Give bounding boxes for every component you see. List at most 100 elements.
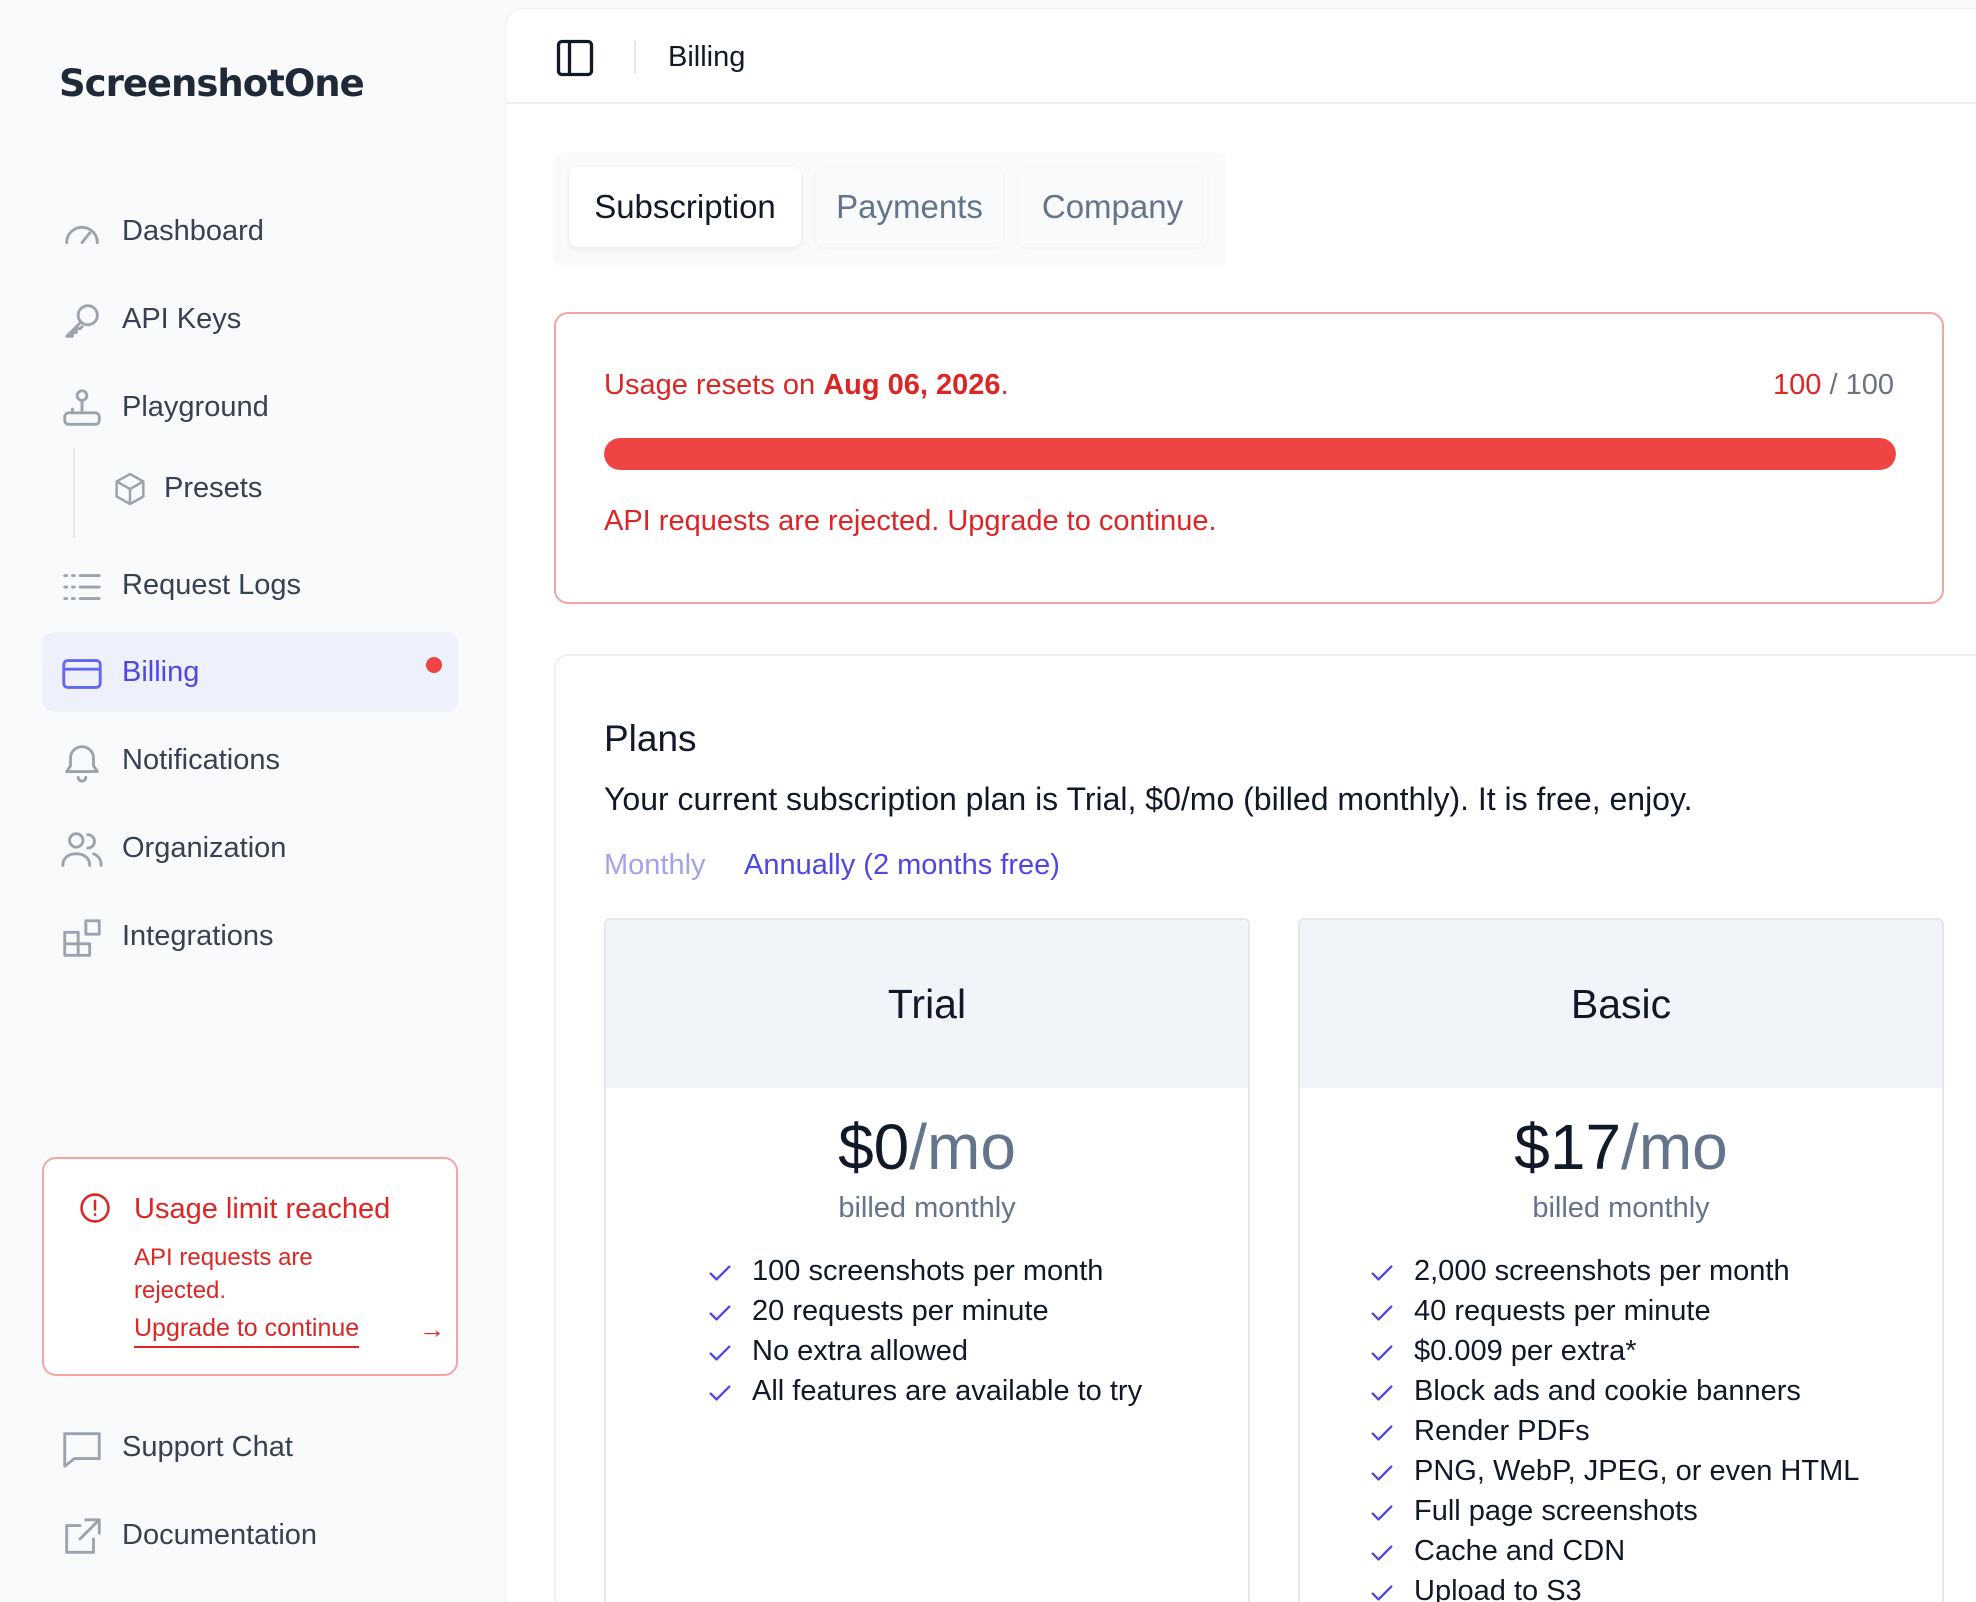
- feature-text: 2,000 screenshots per month: [1414, 1255, 1790, 1287]
- tab-company[interactable]: Company: [1018, 167, 1207, 247]
- sidebar-item-label: Presets: [164, 471, 263, 504]
- sidebar-item-presets[interactable]: Presets: [84, 453, 444, 523]
- plan-billing-note: billed monthly: [838, 1192, 1016, 1224]
- check-icon: [709, 1265, 731, 1281]
- plan-features: 100 screenshots per month 20 requests per…: [706, 1255, 1142, 1415]
- main-panel: Billing Subscription Payments Company Us…: [505, 8, 1976, 1602]
- key-icon: [65, 304, 99, 338]
- feature-item: 40 requests per minute: [1368, 1295, 1859, 1335]
- check-icon: [1371, 1265, 1393, 1281]
- feature-text: PNG, WebP, JPEG, or even HTML: [1414, 1455, 1860, 1487]
- sidebar-item-label: Notifications: [122, 743, 280, 776]
- plan-billing-note: billed monthly: [1532, 1192, 1710, 1224]
- feature-text: Full page screenshots: [1414, 1495, 1698, 1527]
- upgrade-link[interactable]: Upgrade to continue: [134, 1314, 360, 1348]
- feature-item: All features are available to try: [706, 1375, 1142, 1415]
- breadcrumb: Billing: [668, 41, 746, 73]
- gauge-icon: [65, 225, 99, 245]
- tree-line: [73, 448, 75, 538]
- sidebar-item-playground[interactable]: Playground: [42, 367, 458, 447]
- blocks-icon: [63, 919, 101, 957]
- alert-description: API requests are rejected.: [134, 1244, 313, 1304]
- feature-item: Cache and CDN: [1368, 1535, 1859, 1575]
- feature-item: 100 screenshots per month: [706, 1255, 1142, 1295]
- plan-price: $0/mo: [606, 1110, 1248, 1184]
- tab-payments[interactable]: Payments: [816, 167, 1003, 247]
- usage-progress-bar: [604, 438, 1896, 470]
- sidebar-item-request-logs[interactable]: Request Logs: [42, 545, 458, 625]
- check-icon: [709, 1385, 731, 1401]
- sidebar-item-label: Billing: [122, 655, 200, 688]
- check-icon: [1371, 1425, 1393, 1441]
- sidebar-item-dashboard[interactable]: Dashboard: [42, 191, 458, 271]
- sidebar-item-notifications[interactable]: Notifications: [42, 720, 458, 800]
- sidebar-toggle-icon[interactable]: [553, 36, 597, 80]
- sidebar-item-label: Dashboard: [122, 214, 264, 247]
- feature-text: Upload to S3: [1414, 1575, 1582, 1602]
- check-icon: [709, 1345, 731, 1361]
- check-icon: [709, 1305, 731, 1321]
- feature-text: Render PDFs: [1414, 1415, 1590, 1447]
- price-amount: $17: [1514, 1111, 1622, 1183]
- reset-date: Aug 06, 2026: [823, 369, 1001, 401]
- topbar: Billing: [506, 9, 1976, 104]
- plan-features: 2,000 screenshots per month 40 requests p…: [1368, 1255, 1859, 1602]
- plan-card-basic: Basic $17/mo billed monthly 2,000 screen…: [1298, 918, 1944, 1602]
- check-icon: [1371, 1345, 1393, 1361]
- feature-item: No extra allowed: [706, 1335, 1142, 1375]
- usage-used: 100: [1773, 369, 1822, 401]
- alert-title: Usage limit reached: [134, 1193, 391, 1225]
- sidebar-item-organization[interactable]: Organization: [42, 808, 458, 888]
- list-icon: [63, 574, 101, 600]
- usage-count: 100 / 100: [1773, 369, 1894, 402]
- credit-card-icon: [62, 659, 102, 689]
- sidebar-item-api-keys[interactable]: API Keys: [42, 279, 458, 359]
- usage-reset-text: Usage resets on Aug 06, 2026.: [604, 369, 1009, 402]
- feature-text: $0.009 per extra*: [1414, 1335, 1637, 1367]
- plans-card: Plans Your current subscription plan is …: [554, 654, 1976, 1602]
- feature-item: Render PDFs: [1368, 1415, 1859, 1455]
- feature-item: 20 requests per minute: [706, 1295, 1142, 1335]
- sidebar-item-label: Support Chat: [122, 1430, 293, 1463]
- brand-logo[interactable]: ScreenshotOne: [59, 62, 365, 105]
- sidebar-item-label: Request Logs: [122, 568, 301, 601]
- feature-text: All features are available to try: [752, 1375, 1143, 1407]
- alert-dot: [426, 657, 442, 673]
- plan-card-trial: Trial $0/mo billed monthly 100 screensho…: [604, 918, 1250, 1602]
- price-amount: $0: [838, 1111, 910, 1183]
- sidebar: ScreenshotOne Dashboard API Keys Playgro…: [0, 0, 505, 1602]
- check-icon: [1371, 1545, 1393, 1561]
- check-icon: [1371, 1585, 1393, 1601]
- usage-limit-alert: Usage limit reached API requests are rej…: [42, 1157, 458, 1376]
- feature-item: Upload to S3: [1368, 1575, 1859, 1602]
- feature-item: $0.009 per extra*: [1368, 1335, 1859, 1375]
- plans-title: Plans: [604, 718, 697, 759]
- period-annually[interactable]: Annually (2 months free): [744, 849, 1060, 882]
- sidebar-item-integrations[interactable]: Integrations: [42, 896, 458, 976]
- check-icon: [1371, 1385, 1393, 1401]
- sidebar-item-label: Integrations: [122, 919, 274, 952]
- check-icon: [1371, 1305, 1393, 1321]
- sidebar-item-documentation[interactable]: Documentation: [42, 1495, 458, 1575]
- sidebar-item-billing[interactable]: Billing: [42, 632, 458, 712]
- topbar-divider: [634, 41, 636, 73]
- usage-limit: 100: [1845, 369, 1894, 401]
- plans-description: Your current subscription plan is Trial,…: [604, 781, 1693, 817]
- period-monthly[interactable]: Monthly: [604, 849, 706, 882]
- billing-tabs: Subscription Payments Company: [554, 152, 1226, 267]
- feature-item: Full page screenshots: [1368, 1495, 1859, 1535]
- sidebar-item-label: Playground: [122, 390, 269, 423]
- cube-icon: [115, 472, 145, 506]
- alert-circle-icon: [80, 1193, 110, 1223]
- tab-subscription[interactable]: Subscription: [569, 167, 801, 247]
- feature-text: Block ads and cookie banners: [1414, 1375, 1801, 1407]
- usage-card: Usage resets on Aug 06, 2026. 100 / 100 …: [554, 312, 1944, 604]
- bell-icon: [65, 745, 99, 783]
- usage-progress-fill: [604, 438, 1896, 470]
- joystick-icon: [63, 389, 101, 426]
- plan-name: Basic: [1300, 920, 1942, 1088]
- arrow-right-icon[interactable]: →: [419, 1314, 445, 1345]
- sidebar-item-support-chat[interactable]: Support Chat: [42, 1407, 458, 1487]
- feature-text: 40 requests per minute: [1414, 1295, 1711, 1327]
- sidebar-item-label: API Keys: [122, 302, 242, 335]
